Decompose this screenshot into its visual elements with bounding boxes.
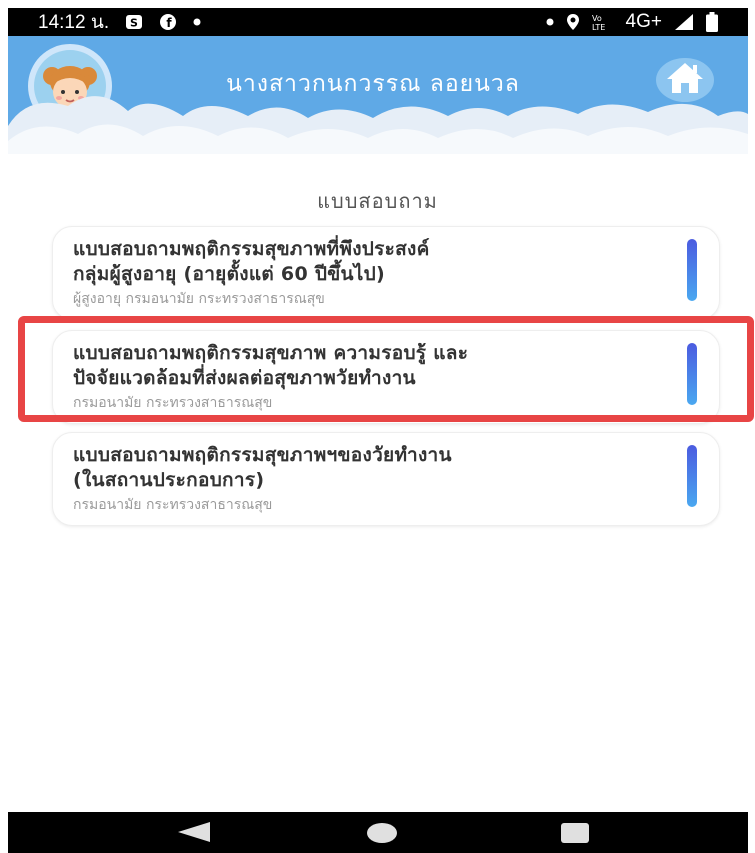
home-circle-icon[interactable] [366,822,398,848]
profile-header: นางสาวกนกวรรณ ลอยนวล [8,36,748,166]
recents-icon[interactable] [560,822,590,848]
status-time: 14:12 น. [38,12,110,33]
questionnaire-card-elderly[interactable]: แบบสอบถามพฤติกรรมสุขภาพที่พึงประสงค์ กลุ… [52,226,720,320]
dot-icon [193,18,201,26]
section-title: แบบสอบถาม [317,189,438,213]
battery-icon [706,12,718,32]
status-bar: 14:12 น. S f Vo LTE 4G+ [8,8,748,36]
signal-icon [674,13,694,31]
volte-icon: Vo LTE [592,13,614,31]
system-nav-bar [8,812,748,853]
svg-text:S: S [130,17,138,30]
dot-icon [546,18,554,26]
card-title-line: แบบสอบถามพฤติกรรมสุขภาพฯของวัยทำงาน [73,444,452,466]
card-title-line: (ในสถานประกอบการ) [73,469,265,491]
samsung-pay-icon: S [125,13,143,31]
svg-text:Vo: Vo [592,14,602,23]
cloud-decoration [8,96,748,166]
svg-text:LTE: LTE [592,23,605,31]
card-accent-bar [687,239,697,301]
svg-text:f: f [166,16,172,30]
card-subtitle: กรมอนามัย กระทรวงสาธารณสุข [73,497,273,513]
questionnaire-card-workplace[interactable]: แบบสอบถามพฤติกรรมสุขภาพฯของวัยทำงาน (ในส… [52,432,720,526]
location-icon [566,13,580,31]
card-title-line: แบบสอบถามพฤติกรรมสุขภาพที่พึงประสงค์ [73,238,430,260]
network-type: 4G+ [625,11,662,32]
card-subtitle: ผู้สูงอายุ กรมอนามัย กระทรวงสาธารณสุข [73,291,325,307]
card-accent-bar [687,445,697,507]
back-icon[interactable] [176,820,212,848]
selection-highlight-box [18,316,754,422]
card-title-line: กลุ่มผู้สูงอายุ (อายุตั้งแต่ 60 ปีขึ้นไป… [73,263,386,285]
facebook-icon: f [159,13,177,31]
